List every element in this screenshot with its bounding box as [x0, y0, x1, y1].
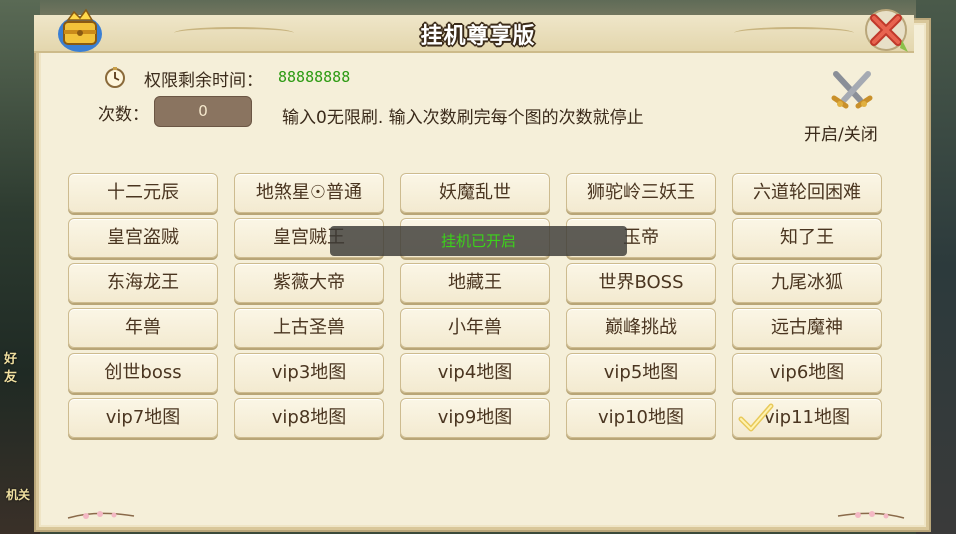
- map-button-vip9[interactable]: vip9地图: [400, 398, 550, 438]
- map-button-ziwei[interactable]: 紫薇大帝: [234, 263, 384, 303]
- map-button-vip5[interactable]: vip5地图: [566, 353, 716, 393]
- blossom-ornament: [837, 511, 905, 519]
- treasure-chest-icon: [58, 8, 102, 52]
- map-button-dianfeng[interactable]: 巅峰挑战: [566, 308, 716, 348]
- map-button-dizang[interactable]: 地藏王: [400, 263, 550, 303]
- map-button-huanggong-daozei[interactable]: 皇宫盗贼: [68, 218, 218, 258]
- window-title: 挂机尊享版: [420, 24, 536, 49]
- toggle-label[interactable]: 开启/关闭: [804, 120, 878, 145]
- close-icon[interactable]: [862, 6, 910, 54]
- count-input[interactable]: 0: [154, 96, 252, 127]
- map-button-yuangu[interactable]: 远古魔神: [732, 308, 882, 348]
- background-text-fragment: 好: [4, 352, 18, 367]
- map-button-vip6[interactable]: vip6地图: [732, 353, 882, 393]
- blossom-ornament: [67, 511, 135, 519]
- map-button-vip8[interactable]: vip8地图: [234, 398, 384, 438]
- map-button-donghai[interactable]: 东海龙王: [68, 263, 218, 303]
- game-background-left: [0, 0, 40, 534]
- map-button-chuangshi[interactable]: 创世boss: [68, 353, 218, 393]
- background-text-fragment: 机关: [6, 488, 31, 502]
- permission-time-value: 88888888: [278, 68, 351, 86]
- background-text-fragment: 友: [4, 370, 18, 385]
- crossed-swords-icon[interactable]: [830, 70, 874, 110]
- map-button-vip7[interactable]: vip7地图: [68, 398, 218, 438]
- map-button-yaomo[interactable]: 妖魔乱世: [400, 173, 550, 213]
- map-button-shituo[interactable]: 狮驼岭三妖王: [566, 173, 716, 213]
- map-button-vip3[interactable]: vip3地图: [234, 353, 384, 393]
- permission-time-label: 权限剩余时间：: [144, 71, 263, 91]
- map-button-jiuwei[interactable]: 九尾冰狐: [732, 263, 882, 303]
- map-button-vip10[interactable]: vip10地图: [566, 398, 716, 438]
- map-button-world-boss[interactable]: 世界BOSS: [566, 263, 716, 303]
- map-button-zhiliao[interactable]: 知了王: [732, 218, 882, 258]
- map-button-shangu[interactable]: 上古圣兽: [234, 308, 384, 348]
- checkmark-icon: [738, 403, 774, 432]
- map-button-xiaonian[interactable]: 小年兽: [400, 308, 550, 348]
- clock-icon: [105, 67, 125, 88]
- map-button-vip4[interactable]: vip4地图: [400, 353, 550, 393]
- map-button-disha[interactable]: 地煞星☉普通: [234, 173, 384, 213]
- status-toast: 挂机已开启: [330, 226, 627, 256]
- map-button-nianshou[interactable]: 年兽: [68, 308, 218, 348]
- map-button-liudao[interactable]: 六道轮回困难: [732, 173, 882, 213]
- map-button-shichen[interactable]: 十二元辰: [68, 173, 218, 213]
- count-hint: 输入0无限刷. 输入次数刷完每个图的次数就停止: [282, 108, 644, 128]
- count-label: 次数：: [98, 105, 149, 125]
